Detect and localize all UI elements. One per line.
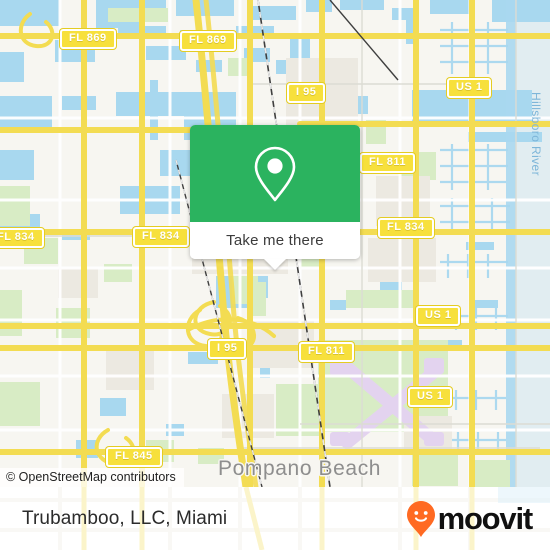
map-pin-icon — [254, 146, 296, 201]
moovit-brand[interactable]: moovit — [406, 500, 534, 538]
road-shield: I 95 — [208, 339, 247, 359]
water-label-hillsboro-river: Hillsboro River — [529, 92, 543, 177]
footer-bar: Trubamboo, LLC, Miami moovit — [0, 487, 550, 550]
take-me-there-button[interactable]: Take me there — [190, 222, 360, 259]
road-shield: FL 845 — [106, 447, 162, 467]
location-popup-card[interactable]: Take me there — [190, 125, 360, 270]
moovit-smiley-pin-icon — [406, 500, 435, 537]
road-shield: I 95 — [287, 83, 326, 103]
location-title: Trubamboo, LLC, Miami — [22, 507, 228, 529]
road-shield: FL 811 — [299, 342, 355, 362]
moovit-wordmark: moovit — [437, 501, 534, 536]
popup-card-header — [190, 125, 360, 222]
road-shield: FL 869 — [180, 31, 236, 51]
popup-card-pointer — [264, 259, 286, 270]
map-canvas[interactable]: FL 869 FL 869 I 95 US 1 FL 811 FL 834 FL… — [0, 0, 550, 487]
road-shield: FL 869 — [60, 29, 116, 49]
map-attribution[interactable]: © OpenStreetMap contributors — [0, 468, 184, 487]
road-shield: FL 834 — [378, 218, 434, 238]
road-shield: FL 834 — [0, 228, 44, 248]
map-screenshot: FL 869 FL 869 I 95 US 1 FL 811 FL 834 FL… — [0, 0, 550, 550]
road-shield: FL 834 — [133, 227, 189, 247]
place-label-pompano-beach: Pompano Beach — [218, 457, 382, 480]
road-shield: US 1 — [408, 387, 453, 407]
road-shield: FL 811 — [360, 153, 416, 173]
road-shield: US 1 — [447, 78, 492, 98]
road-shield: US 1 — [416, 306, 461, 326]
